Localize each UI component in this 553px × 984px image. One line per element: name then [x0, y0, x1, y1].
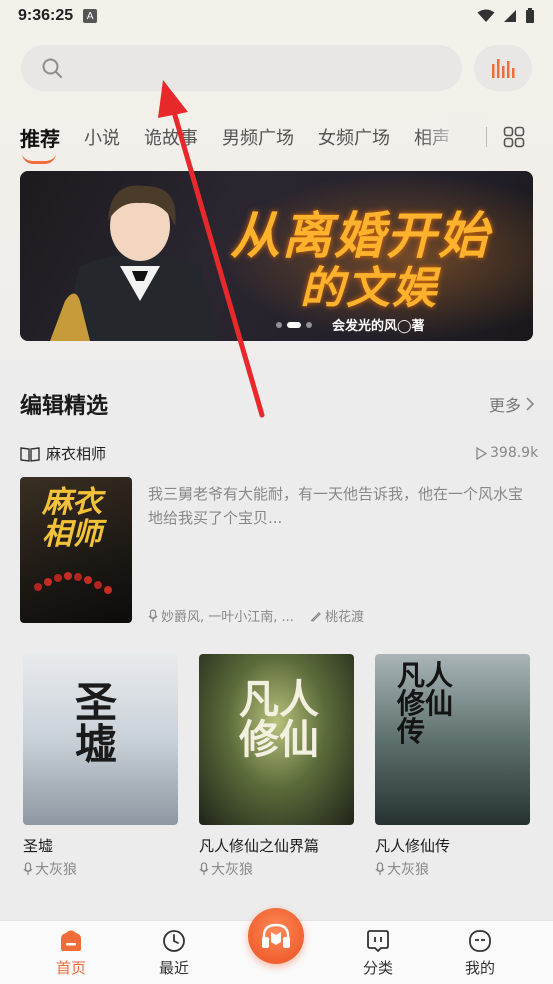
- book-author-name: 大灰狼: [211, 862, 253, 878]
- book-cover: 凡人修仙: [199, 654, 354, 825]
- featured-author: 桃花渡: [310, 606, 364, 625]
- chevron-right-icon: [526, 397, 535, 411]
- microphone-icon: [23, 862, 33, 875]
- promo-banner[interactable]: 从离婚开始 的文娱 会发光的风◯著: [20, 171, 533, 341]
- profile-icon: [469, 930, 491, 952]
- narrators-text: 妙爵风, 一叶小江南, ...: [161, 610, 294, 625]
- audio-player-button[interactable]: [474, 45, 532, 91]
- center-play-button[interactable]: [248, 908, 304, 964]
- cover-title-art: 凡人修仙传: [397, 662, 457, 746]
- tabs-divider: [486, 127, 487, 147]
- banner-pagination: [276, 322, 312, 328]
- play-count-value: 398.9k: [490, 445, 539, 461]
- tab-strange-stories[interactable]: 诡故事: [144, 124, 198, 150]
- cover-text: 圣墟: [75, 678, 118, 769]
- banner-title-line1: 从离婚开始: [230, 207, 490, 265]
- banner-dot: [276, 322, 282, 328]
- nav-home-label: 首页: [55, 959, 86, 977]
- play-icon: [476, 446, 487, 460]
- author-text: 桃花渡: [325, 610, 365, 625]
- banner-title-line2: 的文娱: [300, 263, 438, 314]
- cover-text: 凡人修仙传: [397, 659, 454, 748]
- book-open-icon: [20, 446, 40, 462]
- featured-cover-text: 麻衣相师: [42, 485, 102, 552]
- equalizer-icon: [492, 59, 515, 78]
- book-author-name: 大灰狼: [387, 862, 429, 878]
- play-count: 398.9k: [476, 445, 538, 461]
- tabs-fade: [420, 112, 484, 162]
- search-icon: [42, 58, 62, 78]
- featured-narrators: 妙爵风, 一叶小江南, ...: [148, 606, 294, 625]
- book-card[interactable]: 凡人修仙传 凡人修仙传 大灰狼: [375, 654, 530, 879]
- nav-category-label: 分类: [362, 959, 393, 977]
- cover-text: 凡人修仙: [239, 677, 319, 763]
- book-author-name: 大灰狼: [35, 862, 77, 878]
- book-author: 大灰狼: [199, 859, 354, 879]
- banner-dot-active: [287, 322, 301, 328]
- nav-profile-label: 我的: [464, 959, 495, 977]
- status-bar: 9:36:25 A: [0, 0, 553, 32]
- nav-recent[interactable]: 最近: [144, 929, 204, 978]
- featured-cover-title: 麻衣相师: [42, 487, 112, 550]
- featured-book-description: 我三舅老爷有大能耐，有一天他告诉我，他在一个风水宝地给我买了个宝贝...: [148, 485, 524, 527]
- cover-title-art: 圣墟: [75, 682, 131, 766]
- all-categories-icon[interactable]: [502, 125, 526, 149]
- clock-icon: [163, 930, 185, 952]
- banner-character-illustration: [50, 185, 220, 341]
- pen-icon: [310, 611, 321, 622]
- wifi-icon: [477, 9, 495, 22]
- banner-caption: 会发光的风◯著: [332, 319, 425, 334]
- book-title: 凡人修仙之仙界篇: [199, 837, 320, 855]
- tab-novel[interactable]: 小说: [84, 124, 120, 150]
- book-title: 圣墟: [23, 837, 54, 855]
- cover-beads-illustration: [34, 572, 112, 594]
- featured-book-header[interactable]: 麻衣相师: [20, 443, 106, 464]
- tab-male-channel[interactable]: 男频广场: [222, 124, 294, 150]
- banner-dot: [306, 322, 312, 328]
- more-label: 更多: [489, 396, 522, 415]
- book-author: 大灰狼: [23, 859, 178, 879]
- microphone-icon: [148, 608, 158, 622]
- book-card[interactable]: 凡人修仙 凡人修仙之仙界篇 大灰狼: [199, 654, 354, 879]
- nav-profile[interactable]: 我的: [450, 929, 510, 978]
- status-time: 9:36:25: [18, 7, 74, 24]
- book-title: 凡人修仙传: [375, 837, 451, 855]
- search-input[interactable]: [21, 45, 462, 91]
- home-icon: [61, 930, 81, 951]
- nav-home[interactable]: 首页: [41, 929, 101, 978]
- featured-book-cover[interactable]: 麻衣相师: [20, 477, 132, 623]
- book-card[interactable]: 圣墟 圣墟 大灰狼: [23, 654, 178, 879]
- nav-category[interactable]: 分类: [348, 929, 408, 978]
- microphone-icon: [199, 862, 209, 875]
- headphones-icon: [262, 923, 290, 948]
- battery-icon: [526, 8, 534, 23]
- book-cover: 凡人修仙传: [375, 654, 530, 825]
- notification-icon: A: [83, 9, 98, 23]
- signal-icon: [504, 10, 516, 22]
- section-title: 编辑精选: [20, 394, 109, 419]
- cover-title-art: 凡人修仙: [239, 680, 323, 760]
- nav-recent-label: 最近: [158, 959, 189, 977]
- category-icon: [367, 930, 389, 953]
- tab-female-channel[interactable]: 女频广场: [318, 124, 390, 150]
- book-cover: 圣墟: [23, 654, 178, 825]
- tab-recommend[interactable]: 推荐: [20, 123, 60, 164]
- book-grid: 圣墟 圣墟 大灰狼 凡人修仙 凡人修仙之仙界篇 大灰狼 凡人修仙传 凡人修仙传: [23, 654, 530, 878]
- book-author: 大灰狼: [375, 859, 530, 879]
- more-link[interactable]: 更多: [489, 392, 535, 416]
- featured-book-title: 麻衣相师: [46, 445, 107, 463]
- microphone-icon: [375, 862, 385, 875]
